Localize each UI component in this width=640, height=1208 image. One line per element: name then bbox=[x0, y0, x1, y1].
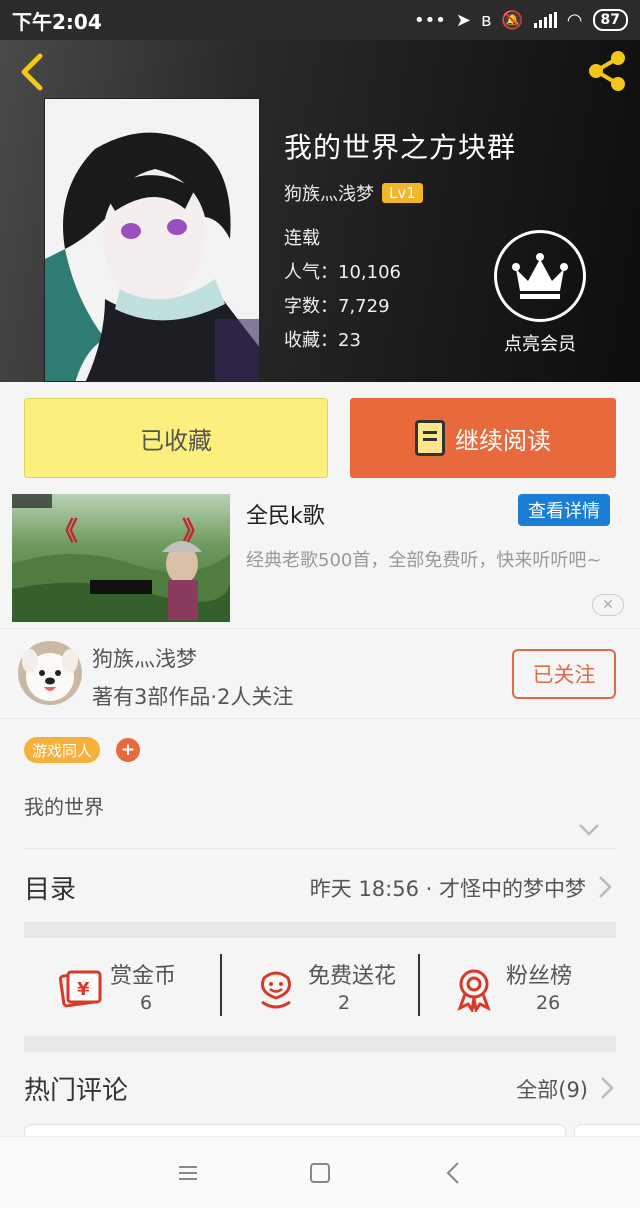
more-dots-icon: ••• bbox=[413, 9, 446, 31]
cover-illustration bbox=[45, 99, 259, 381]
ad-detail-button[interactable]: 查看详情 bbox=[518, 494, 610, 526]
status-time: 下午2:04 bbox=[12, 9, 102, 34]
crown-icon bbox=[512, 253, 568, 299]
action-buttons: 已收藏 继续阅读 bbox=[0, 382, 640, 486]
author-section: 狗族灬浅梦 著有3部作品·2人关注 已关注 bbox=[0, 628, 640, 718]
author-avatar[interactable] bbox=[18, 641, 82, 705]
vip-label: 点亮会员 bbox=[504, 334, 576, 355]
chevron-right-icon[interactable] bbox=[600, 1076, 614, 1100]
book-title: 我的世界之方块群 bbox=[284, 131, 517, 164]
level-badge: Lv1 bbox=[382, 183, 423, 203]
stat-label: 赏金币 bbox=[110, 964, 177, 989]
vip-button[interactable]: 点亮会员 bbox=[488, 230, 592, 356]
book-summary: 我的世界 bbox=[24, 795, 104, 819]
tag-item[interactable]: 游戏同人 bbox=[24, 737, 101, 763]
flower-icon bbox=[261, 971, 291, 1009]
book-cover[interactable] bbox=[44, 98, 260, 382]
ad-title: 全民k歌 bbox=[246, 504, 325, 529]
menu-icon[interactable] bbox=[174, 1159, 202, 1187]
wifi-icon: ◠ bbox=[566, 9, 583, 31]
ad-banner[interactable]: 《 》 全民k歌 查看详情 经典老歌500首，全部免费听，快来听听吧~ ✕ bbox=[0, 486, 640, 626]
popularity-count: 人气：10,106 bbox=[284, 262, 401, 283]
medal-icon bbox=[457, 969, 491, 1012]
add-tag-button[interactable]: + bbox=[116, 738, 140, 762]
system-nav-bar bbox=[0, 1136, 640, 1208]
hot-comments-header: 热门评论 全部(9) bbox=[24, 1060, 616, 1120]
ad-image[interactable]: 《 》 bbox=[12, 494, 230, 622]
free-flower-stat[interactable]: 免费送花 2 bbox=[222, 954, 418, 1018]
home-icon[interactable] bbox=[306, 1159, 334, 1187]
latest-chapter: 昨天 18:56 · 才怪中的梦中梦 bbox=[309, 877, 586, 901]
coin-card-icon: ¥ bbox=[58, 970, 102, 1008]
stat-label: 粉丝榜 bbox=[506, 964, 573, 989]
location-icon: ➤ bbox=[455, 9, 471, 31]
ad-description: 经典老歌500首，全部免费听，快来听听吧~ bbox=[246, 550, 602, 571]
fans-ranking-stat[interactable]: 粉丝榜 26 bbox=[420, 954, 616, 1018]
word-count: 字数：7,729 bbox=[284, 296, 390, 317]
tags-section: 游戏同人 + 我的世界 bbox=[0, 718, 640, 848]
stat-value: 2 bbox=[338, 992, 351, 1014]
author-name[interactable]: 狗族灬浅梦 bbox=[92, 643, 197, 673]
continue-reading-label: 继续阅读 bbox=[455, 426, 551, 455]
battery-icon: 87 bbox=[592, 9, 628, 31]
status-bar: 下午2:04 ••• ➤ ʙ 🔕 ◠ 87 bbox=[0, 0, 640, 40]
chevron-down-icon[interactable] bbox=[578, 823, 600, 837]
mute-icon: 🔕 bbox=[501, 9, 524, 31]
bluetooth-icon: ʙ bbox=[480, 9, 492, 31]
chevron-right-icon bbox=[599, 876, 612, 898]
all-comments-link[interactable]: 全部(9) bbox=[516, 1074, 588, 1104]
stat-label: 免费送花 bbox=[308, 964, 397, 989]
stat-value: 26 bbox=[536, 992, 561, 1014]
stat-value: 6 bbox=[140, 992, 153, 1014]
ad-close-icon[interactable]: ✕ bbox=[592, 594, 624, 616]
signal-icon bbox=[533, 12, 557, 28]
book-icon bbox=[415, 420, 445, 456]
nav-back-icon[interactable] bbox=[440, 1159, 468, 1187]
book-header: 我的世界之方块群 狗族灬浅梦 Lv1 连载 人气：10,106 字数：7,729… bbox=[0, 40, 640, 382]
favorited-button[interactable]: 已收藏 bbox=[24, 398, 328, 478]
section-divider bbox=[24, 922, 616, 938]
catalog-label: 目录 bbox=[24, 875, 77, 905]
follow-button[interactable]: 已关注 bbox=[512, 649, 616, 699]
author-works: 著有3部作品·2人关注 bbox=[92, 685, 294, 709]
share-icon[interactable] bbox=[584, 48, 630, 94]
favorites-count: 收藏：23 bbox=[284, 330, 361, 351]
serial-status: 连载 bbox=[284, 228, 320, 249]
book-author[interactable]: 狗族灬浅梦 bbox=[284, 180, 374, 206]
back-arrow-icon[interactable] bbox=[14, 50, 50, 94]
catalog-row[interactable]: 目录 昨天 18:56 · 才怪中的梦中梦 bbox=[24, 848, 616, 922]
section-divider bbox=[24, 1036, 616, 1052]
continue-reading-button[interactable]: 继续阅读 bbox=[350, 398, 616, 478]
reward-coins-stat[interactable]: ¥ 赏金币 6 bbox=[24, 954, 220, 1018]
svg-text:¥: ¥ bbox=[77, 979, 90, 1000]
stats-row: ¥ 赏金币 6 免费送花 2 粉丝榜 26 bbox=[24, 938, 616, 1036]
hot-comments-title: 热门评论 bbox=[24, 1076, 129, 1106]
